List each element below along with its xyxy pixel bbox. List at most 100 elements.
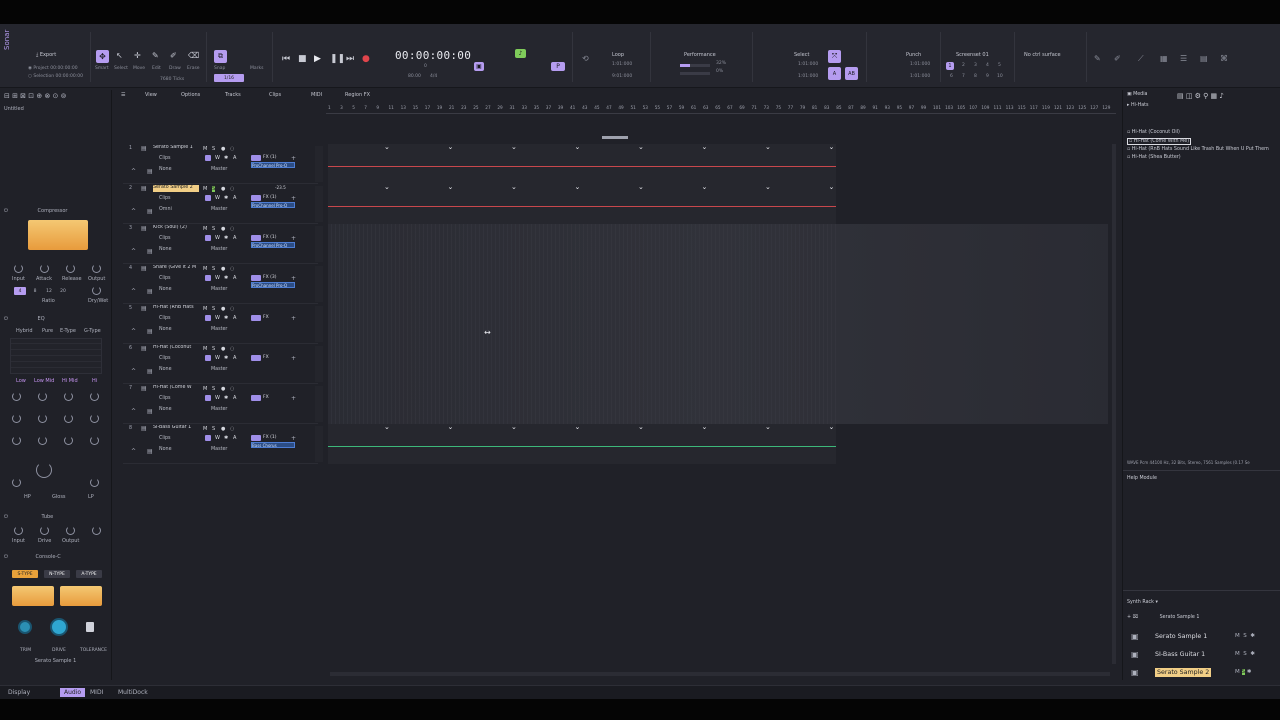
clip-marker-icon[interactable]: ⌄ <box>384 183 390 191</box>
snap-select-button[interactable]: ⤧ <box>828 50 841 63</box>
mute-button[interactable]: M <box>203 346 207 352</box>
track-name[interactable]: Hi-Hat (Come W <box>153 385 199 392</box>
record-arm-icon[interactable]: ● <box>221 346 225 352</box>
automation-expand-icon[interactable]: ^ <box>131 368 136 375</box>
add-fx-icon[interactable]: + <box>291 395 296 402</box>
track-output[interactable]: Master <box>211 407 227 412</box>
input-echo-icon[interactable]: ◌ <box>230 346 234 352</box>
add-fx-icon[interactable]: + <box>291 315 296 322</box>
read-automation-button[interactable] <box>205 235 211 241</box>
tempo-value[interactable]: 80.00 <box>408 74 421 79</box>
time-display[interactable]: 00:00:00:00 <box>395 49 471 62</box>
browser-item-3[interactable]: ▫ Hi-Hat (RnB Hats Sound Like Trash But … <box>1127 147 1269 152</box>
track-output[interactable]: Master <box>211 207 227 212</box>
clip-marker-icon[interactable]: ⌄ <box>765 143 771 151</box>
synth-rack-toolbar[interactable]: + ⌧ Serato Sample 1 <box>1127 615 1199 620</box>
selection-radio[interactable]: ○ Selection 00:00:00:00 <box>28 74 83 79</box>
punch-start[interactable]: 1:01:000 <box>910 62 930 67</box>
compressor-release-knob[interactable] <box>66 264 75 273</box>
screenset-6[interactable]: 6 <box>950 74 953 79</box>
synth-rack-row-1[interactable]: ▣ Serato Sample 1M S ✱ <box>1127 630 1277 645</box>
archive-button[interactable]: A <box>233 395 236 401</box>
lane-expand-icon[interactable]: ▤ <box>147 448 153 455</box>
add-fx-icon[interactable]: + <box>291 155 296 162</box>
menu-view[interactable]: View <box>145 92 157 98</box>
menu-midi[interactable]: MIDI <box>311 92 322 98</box>
automation-expand-icon[interactable]: ^ <box>131 248 136 255</box>
power-icon[interactable]: ⏻ <box>4 554 10 560</box>
menu-options[interactable]: Options <box>181 92 200 98</box>
compressor-attack-knob[interactable] <box>40 264 49 273</box>
add-fx-icon[interactable]: + <box>291 355 296 362</box>
browser-tab-media[interactable]: ▣ Media <box>1127 92 1147 97</box>
track-horizontal-scrollbar[interactable] <box>330 672 1110 676</box>
clip-marker-icon[interactable]: ⌄ <box>511 143 517 151</box>
fx-rack-icon[interactable] <box>251 395 261 401</box>
menu-tracks[interactable]: Tracks <box>225 92 241 98</box>
lane-expand-icon[interactable]: ▤ <box>147 408 153 415</box>
archive-button[interactable]: A <box>233 435 236 441</box>
select-start[interactable]: 1:01:000 <box>798 62 818 67</box>
pause-icon[interactable]: ❚❚ <box>330 54 345 64</box>
browser-tab-icons[interactable]: ▤ ◫ ⚙ ⚲ ▦ ♪ <box>1177 92 1224 100</box>
automation-expand-icon[interactable]: ^ <box>131 288 136 295</box>
lane-expand-icon[interactable]: ▤ <box>147 208 153 215</box>
track-input[interactable]: None <box>159 447 172 452</box>
archive-button[interactable]: A <box>233 275 236 281</box>
record-arm-icon[interactable]: ● <box>221 426 225 432</box>
clip-marker-icon[interactable]: ⌄ <box>638 183 644 191</box>
track-clips-label[interactable]: Clips <box>159 436 171 441</box>
clip-marker-icon[interactable]: ⌄ <box>511 423 517 431</box>
add-fx-icon[interactable]: + <box>291 435 296 442</box>
screenset-2[interactable]: 2 <box>962 63 965 68</box>
track-input[interactable]: None <box>159 167 172 172</box>
track-clips-label[interactable]: Clips <box>159 316 171 321</box>
mix-recall-icon[interactable]: ⌘ <box>1220 54 1228 63</box>
timeline-ruler[interactable]: 1 3 5 7 9 11 13 15 17 19 21 23 25 27 29 31 33 35 37 39 41 43 4… <box>326 104 1116 114</box>
synth-rack-row-2[interactable]: ▣ SI-Bass Guitar 1M S ✱ <box>1127 648 1277 663</box>
freeze-icon[interactable]: ✱ <box>224 195 228 201</box>
grid-icon[interactable]: ▦ <box>1160 54 1168 63</box>
mute-button[interactable]: M <box>203 146 207 152</box>
track-input[interactable]: None <box>159 367 172 372</box>
track-input[interactable]: Omni <box>159 207 172 212</box>
loop-end[interactable]: 9:01:000 <box>612 74 632 79</box>
write-automation-button[interactable]: W <box>215 315 220 321</box>
pen-icon[interactable]: ✎ <box>1094 54 1101 63</box>
eq-himid-knob-2[interactable] <box>64 414 73 423</box>
write-automation-button[interactable]: W <box>215 395 220 401</box>
audio-clip-lane[interactable]: ⌄ ⌄ ⌄ ⌄ ⌄ ⌄ ⌄ ⌄ <box>328 423 836 464</box>
export-button[interactable]: ⤓ Export <box>36 52 56 58</box>
clip-marker-icon[interactable]: ⌄ <box>829 183 835 191</box>
eq-himid-knob-3[interactable] <box>64 436 73 445</box>
track-name[interactable]: Serato Sample 1 <box>153 145 199 152</box>
write-automation-button[interactable]: W <box>215 155 220 161</box>
ratio-4-button[interactable]: 4 <box>14 287 26 295</box>
loop-icon[interactable]: ⟲ <box>582 54 589 63</box>
smart-tool-button[interactable]: ✥ <box>96 50 109 63</box>
track-clips-label[interactable]: Clips <box>159 236 171 241</box>
read-automation-button[interactable] <box>205 155 211 161</box>
eq-lp-knob[interactable] <box>90 478 99 487</box>
control-surface-select[interactable]: No ctrl surface <box>1024 52 1061 58</box>
ratio-8-button[interactable]: 8 <box>30 287 40 295</box>
tube-input-knob[interactable] <box>14 526 23 535</box>
read-automation-button[interactable] <box>205 355 211 361</box>
write-automation-button[interactable]: W <box>215 195 220 201</box>
fx-rack-icon[interactable] <box>251 435 261 441</box>
clip-marker-icon[interactable]: ⌄ <box>702 183 708 191</box>
track-input[interactable]: None <box>159 287 172 292</box>
eq-lowmid-knob-2[interactable] <box>38 414 47 423</box>
project-radio[interactable]: ◉ Project 00:00:00:00 <box>28 66 78 71</box>
track-output[interactable]: Master <box>211 247 227 252</box>
freeze-icon[interactable]: ✱ <box>224 315 228 321</box>
input-echo-icon[interactable]: ◌ <box>230 146 234 152</box>
eq-hi-knob-2[interactable] <box>90 414 99 423</box>
prochannel-plugin[interactable]: ProChannel Pro-Q <box>251 202 295 208</box>
prochannel-plugin[interactable]: Bass Chorus <box>251 442 295 448</box>
clip-marker-icon[interactable]: ⌄ <box>638 143 644 151</box>
track-header[interactable]: 6 ▤ Hi-Hat (Coconut M S ● ◌ Clips W ✱ A None Master F… <box>123 344 318 384</box>
mute-button[interactable]: M <box>203 226 207 232</box>
clip-marker-icon[interactable]: ⌄ <box>702 423 708 431</box>
record-arm-icon[interactable]: ● <box>221 226 225 232</box>
